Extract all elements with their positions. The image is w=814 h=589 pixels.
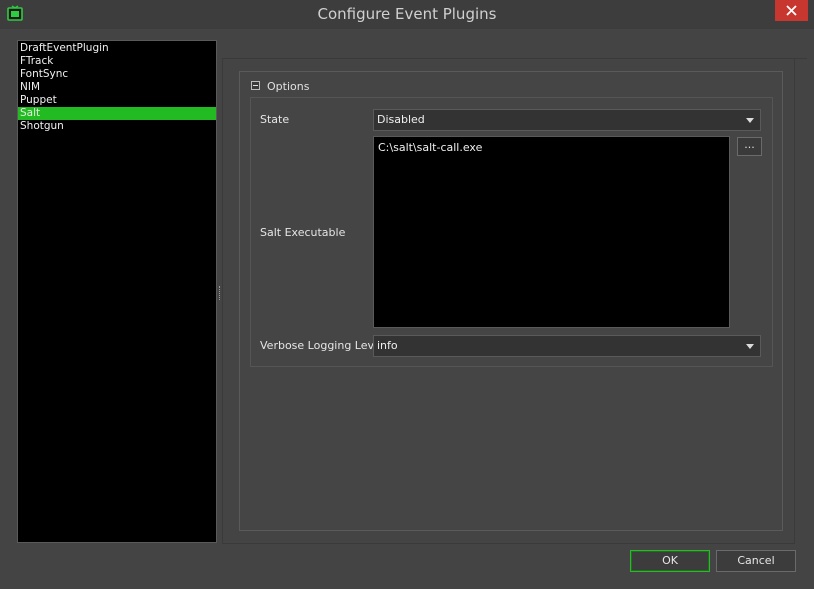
plugin-item-ftrack[interactable]: FTrack bbox=[18, 55, 216, 68]
window-title: Configure Event Plugins bbox=[317, 5, 497, 23]
plugin-item-shotgun[interactable]: Shotgun bbox=[18, 120, 216, 133]
verbose-logging-label: Verbose Logging Level bbox=[260, 339, 384, 352]
collapse-toggle[interactable] bbox=[251, 81, 260, 90]
browse-button[interactable]: ... bbox=[737, 137, 762, 156]
close-button[interactable] bbox=[775, 0, 808, 21]
plugin-item-nim[interactable]: NIM bbox=[18, 81, 216, 94]
close-icon bbox=[786, 5, 797, 16]
salt-executable-label: Salt Executable bbox=[260, 226, 346, 239]
plugin-item-salt[interactable]: Salt bbox=[18, 107, 216, 120]
plugin-list[interactable]: DraftEventPlugin FTrack FontSync NIM Pup… bbox=[17, 40, 217, 543]
state-dropdown[interactable]: Disabled bbox=[373, 109, 761, 131]
plugin-item-puppet[interactable]: Puppet bbox=[18, 94, 216, 107]
options-group-title: Options bbox=[267, 80, 310, 93]
chevron-down-icon bbox=[746, 344, 754, 349]
chevron-down-icon bbox=[746, 118, 754, 123]
ok-button[interactable]: OK bbox=[630, 550, 710, 572]
state-label: State bbox=[260, 113, 290, 126]
salt-executable-input[interactable]: C:\salt\salt-call.exe bbox=[373, 136, 730, 328]
cancel-button[interactable]: Cancel bbox=[716, 550, 796, 572]
verbose-logging-dropdown[interactable]: info bbox=[373, 335, 761, 357]
right-pane-header bbox=[222, 40, 807, 59]
verbose-logging-value: info bbox=[377, 339, 398, 352]
plugin-item-fontsync[interactable]: FontSync bbox=[18, 68, 216, 81]
plugin-item-draft-event-plugin[interactable]: DraftEventPlugin bbox=[18, 42, 216, 55]
title-bar: Configure Event Plugins bbox=[0, 0, 814, 29]
state-value: Disabled bbox=[377, 113, 425, 126]
